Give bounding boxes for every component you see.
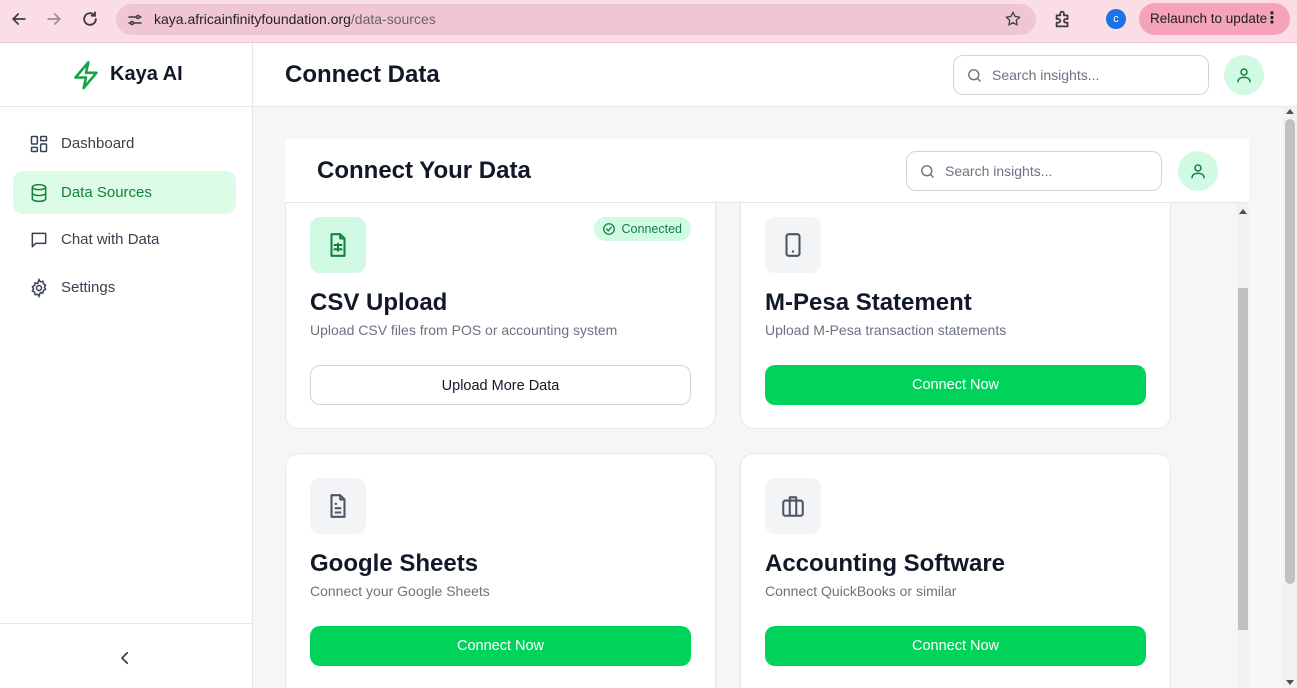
check-circle-icon [602, 223, 615, 235]
scroll-up-arrow-icon[interactable] [1286, 109, 1294, 114]
page-scrollbar[interactable] [1283, 107, 1297, 688]
user-icon [1191, 164, 1205, 179]
card-title: Accounting Software [765, 550, 1006, 577]
address-bar[interactable]: kaya.africainfinityfoundation.org/data-s… [116, 4, 1036, 35]
upload-more-data-button[interactable]: Upload More Data [310, 365, 691, 405]
card-title: CSV Upload [310, 289, 448, 316]
forward-icon[interactable] [44, 9, 66, 31]
status-badge: Connected [593, 217, 691, 241]
phone-icon [765, 217, 821, 273]
sidebar-item-label: Settings [61, 279, 116, 296]
user-icon [1237, 68, 1251, 83]
data-source-card-accounting: Accounting Software Connect QuickBooks o… [740, 453, 1171, 688]
page-title: Connect Data [285, 61, 440, 88]
card-description: Connect QuickBooks or similar [765, 583, 957, 599]
chat-icon [29, 230, 49, 250]
search-icon [919, 163, 936, 180]
user-avatar[interactable] [1224, 55, 1264, 95]
card-description: Upload CSV files from POS or accounting … [310, 322, 618, 338]
extensions-puzzle-icon[interactable] [1052, 8, 1074, 30]
brand: Kaya AI [0, 43, 252, 107]
site-settings-icon[interactable] [126, 11, 144, 29]
inner-header: Connect Your Data [285, 139, 1249, 203]
grid-icon [29, 134, 49, 154]
search-input[interactable] [992, 65, 1142, 85]
relaunch-button[interactable]: Relaunch to update ⋮ [1139, 3, 1290, 35]
kebab-menu-icon[interactable]: ⋮ [1264, 3, 1280, 35]
back-icon[interactable] [9, 9, 31, 31]
search-icon [966, 67, 983, 84]
csv-file-icon [310, 217, 366, 273]
header-search[interactable] [953, 55, 1209, 95]
sidebar-item-label: Dashboard [61, 135, 135, 152]
sidebar-item-label: Data Sources [61, 184, 152, 201]
card-description: Upload M-Pesa transaction statements [765, 322, 1007, 338]
data-sources-grid: Connected CSV Upload Upload CSV files fr… [285, 203, 1249, 688]
bookmark-star-icon[interactable] [1004, 10, 1022, 28]
search-input[interactable] [945, 161, 1095, 181]
data-source-card-google-sheets: Google Sheets Connect your Google Sheets… [285, 453, 716, 688]
sidebar-item-chat-with-data[interactable]: Chat with Data [13, 218, 236, 261]
card-description: Connect your Google Sheets [310, 583, 490, 599]
reload-icon[interactable] [80, 9, 102, 31]
profile-avatar[interactable]: c [1106, 9, 1126, 29]
sidebar: Kaya AI Dashboard Data Sources Chat with… [0, 43, 253, 688]
main-content: Connect Your Data Connected CSV Upload U… [253, 107, 1297, 688]
url-text: kaya.africainfinityfoundation.org/data-s… [154, 11, 436, 27]
data-source-card-csv: Connected CSV Upload Upload CSV files fr… [285, 203, 716, 429]
sidebar-item-data-sources[interactable]: Data Sources [13, 171, 236, 214]
data-source-card-mpesa: M-Pesa Statement Upload M-Pesa transacti… [740, 203, 1171, 429]
sidebar-footer [0, 623, 252, 688]
sidebar-item-label: Chat with Data [61, 231, 160, 248]
sidebar-item-dashboard[interactable]: Dashboard [13, 122, 236, 165]
scrollbar-thumb[interactable] [1238, 288, 1248, 630]
connect-now-button[interactable]: Connect Now [765, 626, 1146, 666]
sidebar-item-settings[interactable]: Settings [13, 266, 236, 309]
lightning-logo-icon [72, 60, 100, 90]
connect-now-button[interactable]: Connect Now [310, 626, 691, 666]
inner-scrollbar[interactable] [1237, 203, 1249, 688]
scroll-down-arrow-icon[interactable] [1286, 680, 1294, 685]
brand-name: Kaya AI [110, 63, 183, 85]
page-header: Connect Data [253, 43, 1297, 107]
connect-now-button[interactable]: Connect Now [765, 365, 1146, 405]
scroll-up-arrow-icon[interactable] [1239, 209, 1247, 214]
card-title: M-Pesa Statement [765, 289, 972, 316]
inner-search[interactable] [906, 151, 1162, 191]
section-title: Connect Your Data [317, 157, 531, 184]
database-icon [29, 183, 49, 203]
document-icon [310, 478, 366, 534]
browser-toolbar: kaya.africainfinityfoundation.org/data-s… [0, 0, 1297, 43]
briefcase-icon [765, 478, 821, 534]
card-title: Google Sheets [310, 550, 479, 577]
user-avatar[interactable] [1178, 151, 1218, 191]
gear-icon [29, 277, 49, 299]
collapse-sidebar-chevron-left-icon[interactable] [116, 649, 134, 667]
scrollbar-thumb[interactable] [1285, 119, 1295, 584]
